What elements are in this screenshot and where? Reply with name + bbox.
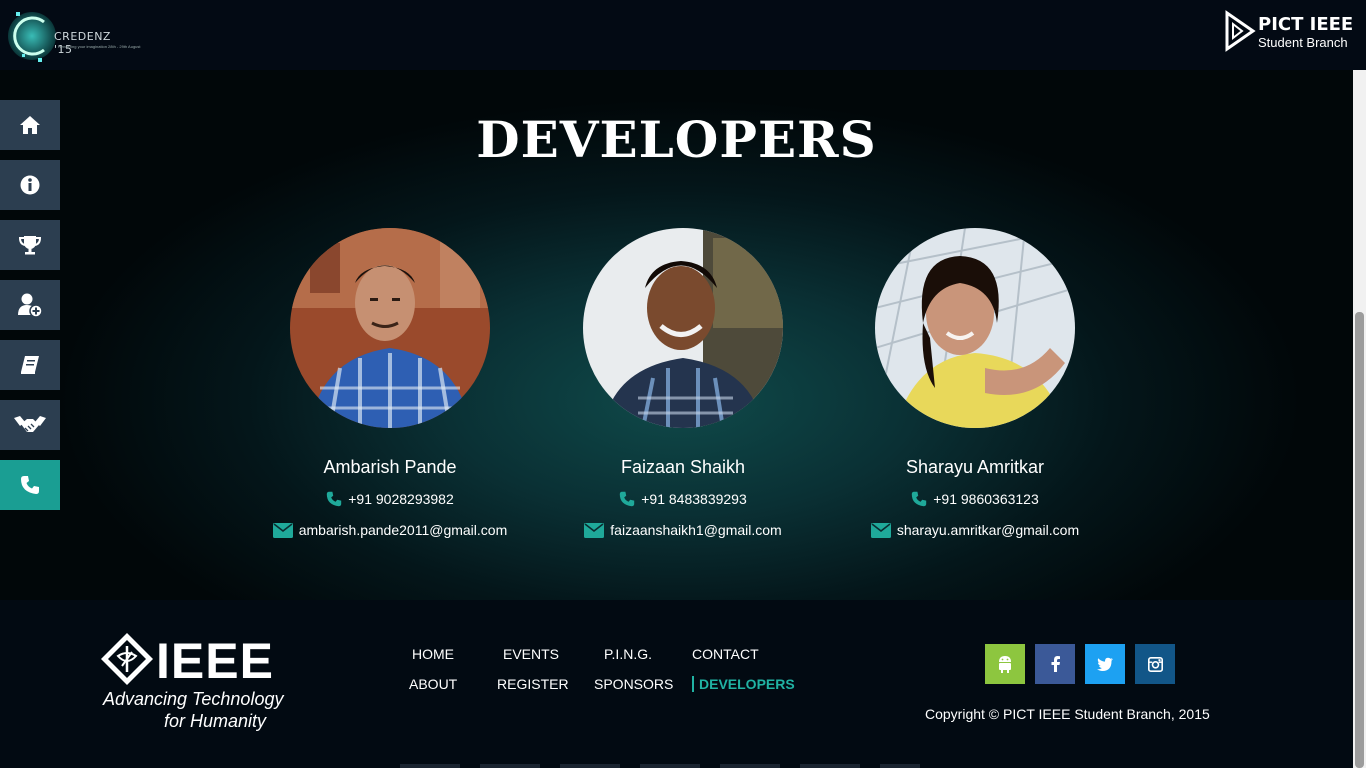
sidebar-item-contact[interactable] xyxy=(0,460,60,510)
credenz-emblem-icon xyxy=(8,12,56,62)
footer: IEEE Advancing Technology for Humanity H… xyxy=(0,600,1353,768)
developer-email: ambarish.pande2011@gmail.com xyxy=(240,520,540,540)
email-text[interactable]: faizaanshaikh1@gmail.com xyxy=(610,522,781,538)
ieee-tagline-2: for Humanity xyxy=(164,711,267,731)
developer-name: Faizaan Shaikh xyxy=(620,457,746,477)
scrollbar-thumb[interactable] xyxy=(1355,312,1364,768)
phone-icon xyxy=(911,491,927,507)
developers-section: DEVELOPERS Ambarish Pande +91 9028293982… xyxy=(0,70,1353,600)
facebook-icon xyxy=(1051,656,1060,672)
developer-phone: +91 8483839293 xyxy=(533,489,833,509)
footer-divider xyxy=(400,764,920,768)
twitter-link[interactable] xyxy=(1085,644,1125,684)
phone-icon xyxy=(619,491,635,507)
user-plus-icon xyxy=(18,293,43,318)
android-link[interactable] xyxy=(985,644,1025,684)
envelope-icon xyxy=(272,522,293,538)
developer-card: Ambarish Pande +91 9028293982 ambarish.p… xyxy=(240,228,540,540)
sidebar-nav xyxy=(0,100,60,520)
social-links xyxy=(985,644,1175,684)
email-text[interactable]: ambarish.pande2011@gmail.com xyxy=(299,522,508,538)
sidebar-item-events[interactable] xyxy=(0,220,60,270)
envelope-icon xyxy=(584,522,605,538)
home-icon xyxy=(20,116,40,134)
copyright-text: Copyright © PICT IEEE Student Branch, 20… xyxy=(925,706,1210,722)
credenz-word: CREDENZ '15 xyxy=(54,30,111,56)
footer-link-developers[interactable]: DEVELOPERS xyxy=(692,676,795,692)
sidebar-item-home[interactable] xyxy=(0,100,60,150)
credenz-logo[interactable]: CREDENZ '15 Rendering your imagination 2… xyxy=(8,4,141,68)
pict-ieee-logo[interactable]: PICT IEEE Student Branch xyxy=(1224,10,1356,54)
footer-link-contact[interactable]: CONTACT xyxy=(692,646,759,662)
developer-card: Faizaan Shaikh +91 8483839293 faizaansha… xyxy=(533,228,833,540)
instagram-link[interactable] xyxy=(1135,644,1175,684)
trophy-icon xyxy=(19,236,41,255)
instagram-icon xyxy=(1147,656,1163,672)
footer-nav: HOME EVENTS P.I.N.G. CONTACT ABOUT REGIS… xyxy=(395,644,815,714)
phone-text[interactable]: +91 9028293982 xyxy=(348,491,454,507)
pict-ieee-subtitle: Student Branch xyxy=(1258,35,1348,50)
footer-link-home[interactable]: HOME xyxy=(412,646,454,662)
twitter-icon xyxy=(1097,657,1113,671)
facebook-link[interactable] xyxy=(1035,644,1075,684)
developer-phone: +91 9860363123 xyxy=(825,489,1125,509)
handshake-icon xyxy=(14,416,46,432)
phone-icon xyxy=(21,476,39,494)
footer-link-ping[interactable]: P.I.N.G. xyxy=(604,646,652,662)
android-icon xyxy=(999,656,1011,673)
sidebar-item-sponsors[interactable] xyxy=(0,400,60,450)
pict-ieee-title: PICT IEEE xyxy=(1258,14,1354,35)
credenz-tagline: Rendering your imagination 28th - 29th A… xyxy=(58,44,141,49)
phone-icon xyxy=(326,491,342,507)
footer-link-sponsors[interactable]: SPONSORS xyxy=(594,676,673,692)
phone-text[interactable]: +91 8483839293 xyxy=(641,491,747,507)
sidebar-item-register[interactable] xyxy=(0,280,60,330)
envelope-icon xyxy=(870,522,891,538)
book-icon xyxy=(21,356,39,374)
ieee-logo[interactable]: IEEE Advancing Technology for Humanity xyxy=(100,632,290,732)
sidebar-item-about[interactable] xyxy=(0,160,60,210)
footer-link-register[interactable]: REGISTER xyxy=(497,676,569,692)
developer-email: faizaanshaikh1@gmail.com xyxy=(533,520,833,540)
info-icon xyxy=(20,175,40,195)
phone-text[interactable]: +91 9860363123 xyxy=(933,491,1039,507)
ieee-diamond-icon xyxy=(101,633,153,685)
top-bar: CREDENZ '15 Rendering your imagination 2… xyxy=(0,0,1366,70)
footer-link-about[interactable]: ABOUT xyxy=(409,676,457,692)
page-title: DEVELOPERS xyxy=(476,110,877,169)
footer-link-events[interactable]: EVENTS xyxy=(503,646,559,662)
developer-name: Ambarish Pande xyxy=(323,457,457,477)
sidebar-item-ping[interactable] xyxy=(0,340,60,390)
developer-name: Sharayu Amritkar xyxy=(905,457,1045,477)
developer-card: Sharayu Amritkar +91 9860363123 sharayu.… xyxy=(825,228,1125,540)
ieee-word: IEEE xyxy=(156,633,274,689)
developer-photo xyxy=(290,228,490,428)
developer-photo xyxy=(875,228,1075,428)
ieee-tagline-1: Advancing Technology xyxy=(103,689,284,709)
developer-phone: +91 9028293982 xyxy=(240,489,540,509)
developer-photo xyxy=(583,228,783,428)
pict-ieee-emblem-icon xyxy=(1225,10,1256,52)
email-text[interactable]: sharayu.amritkar@gmail.com xyxy=(897,522,1079,538)
developer-email: sharayu.amritkar@gmail.com xyxy=(825,520,1125,540)
